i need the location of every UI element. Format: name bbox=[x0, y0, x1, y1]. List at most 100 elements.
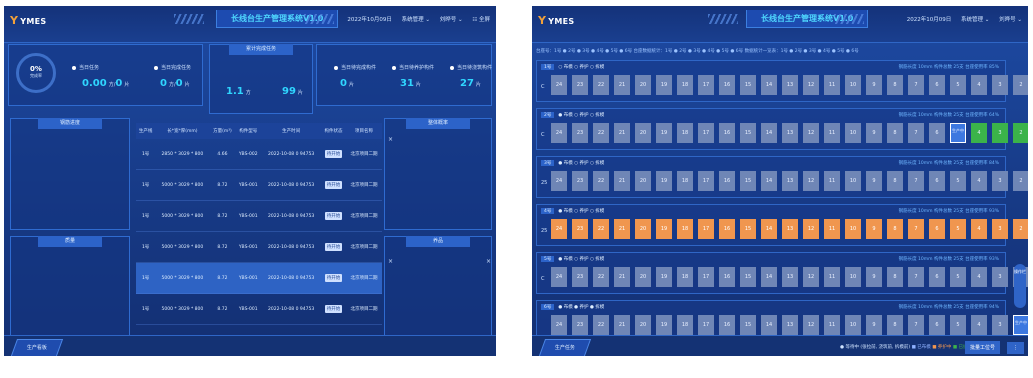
position-cell[interactable]: 9 bbox=[866, 267, 882, 287]
position-cell[interactable]: 10 bbox=[845, 267, 861, 287]
position-cell[interactable]: 9 bbox=[866, 123, 882, 143]
position-cell[interactable]: 21 bbox=[614, 219, 630, 239]
position-cell[interactable]: 14 bbox=[761, 123, 777, 143]
position-cell[interactable]: 18 bbox=[677, 75, 693, 95]
position-cell[interactable]: 17 bbox=[698, 219, 714, 239]
position-cell[interactable]: 4 bbox=[971, 171, 987, 191]
position-cell[interactable]: 5 bbox=[950, 75, 966, 95]
position-cell[interactable]: 11 bbox=[824, 171, 840, 191]
position-cell[interactable]: 17 bbox=[698, 171, 714, 191]
filter-legend[interactable]: 台座号：1号 ● 2号 ● 3号 ● 4号 ● 5号 ● 6号 台座数据统计：1… bbox=[536, 48, 859, 54]
position-cell[interactable]: 3 bbox=[992, 315, 1008, 335]
position-cell[interactable]: 7 bbox=[908, 75, 924, 95]
position-cell[interactable]: 19 bbox=[656, 315, 672, 335]
user-menu[interactable]: 刘晔号 ⌄ bbox=[440, 17, 463, 23]
position-cell[interactable]: 9 bbox=[866, 315, 882, 335]
position-cell[interactable]: 13 bbox=[782, 267, 798, 287]
position-cell[interactable]: 10 bbox=[845, 219, 861, 239]
position-cell[interactable]: 24 bbox=[551, 219, 567, 239]
position-cell[interactable]: 5 bbox=[950, 267, 966, 287]
position-cell[interactable]: 22 bbox=[593, 171, 609, 191]
position-cell[interactable]: 7 bbox=[908, 123, 924, 143]
position-cell[interactable]: 8 bbox=[887, 267, 903, 287]
status-badge[interactable]: 待开始 bbox=[324, 181, 343, 189]
position-cell[interactable]: 4 bbox=[971, 75, 987, 95]
position-cell[interactable]: 23 bbox=[572, 315, 588, 335]
position-cell[interactable]: 15 bbox=[740, 123, 756, 143]
position-cell[interactable]: 17 bbox=[698, 315, 714, 335]
position-cell[interactable]: 20 bbox=[635, 219, 651, 239]
position-cell[interactable]: 16 bbox=[719, 267, 735, 287]
lane-status[interactable]: ● 布模 ○ 养护 ○ 拆模 bbox=[558, 209, 604, 214]
position-cell[interactable]: 18 bbox=[677, 171, 693, 191]
position-cell[interactable]: 20 bbox=[635, 123, 651, 143]
position-cell[interactable]: 16 bbox=[719, 123, 735, 143]
position-cell[interactable]: 9 bbox=[866, 171, 882, 191]
position-cell[interactable]: 24 bbox=[551, 171, 567, 191]
position-cell[interactable]: 19 bbox=[656, 75, 672, 95]
position-cell[interactable]: 17 bbox=[698, 75, 714, 95]
position-cell[interactable]: 6 bbox=[929, 123, 945, 143]
position-cell[interactable]: 21 bbox=[614, 75, 630, 95]
table-row[interactable]: 1号5000 * 3029 * 8008.72YBS-0012022-10-08… bbox=[136, 169, 382, 201]
position-cell[interactable]: 16 bbox=[719, 75, 735, 95]
position-cell[interactable]: 12 bbox=[803, 123, 819, 143]
system-menu[interactable]: 系统管理 ⌄ bbox=[961, 17, 989, 23]
position-cell[interactable]: 10 bbox=[845, 75, 861, 95]
position-cell[interactable]: 4 bbox=[971, 267, 987, 287]
position-cell[interactable]: 3 bbox=[992, 123, 1008, 143]
position-cell[interactable]: 23 bbox=[572, 123, 588, 143]
position-cell[interactable]: 21 bbox=[614, 315, 630, 335]
position-cell[interactable]: 6 bbox=[929, 315, 945, 335]
table-row[interactable]: 1号5000 * 3029 * 8008.72YBS-0012022-10-08… bbox=[136, 231, 382, 263]
position-cell[interactable]: 19 bbox=[656, 171, 672, 191]
position-cell[interactable]: 16 bbox=[719, 171, 735, 191]
position-cell[interactable]: 13 bbox=[782, 315, 798, 335]
position-cell[interactable]: 22 bbox=[593, 267, 609, 287]
position-cell[interactable]: 12 bbox=[803, 267, 819, 287]
fullscreen-button[interactable]: ☷ 全屏 bbox=[472, 17, 490, 23]
system-menu[interactable]: 系统管理 ⌄ bbox=[402, 17, 430, 23]
position-cell[interactable]: 6 bbox=[929, 75, 945, 95]
position-cell[interactable]: 5 bbox=[950, 171, 966, 191]
position-cell[interactable]: 6 bbox=[929, 267, 945, 287]
position-cell[interactable]: 14 bbox=[761, 315, 777, 335]
position-cell[interactable]: 11 bbox=[824, 123, 840, 143]
position-cell[interactable]: 16 bbox=[719, 315, 735, 335]
position-cell[interactable]: 2 bbox=[1013, 219, 1028, 239]
position-cell[interactable]: 22 bbox=[593, 315, 609, 335]
lane-status[interactable]: ● 布模 ○ 养护 ○ 拆模 bbox=[558, 161, 604, 166]
position-cell[interactable]: 15 bbox=[740, 219, 756, 239]
tab-production-task[interactable]: 生产任务 bbox=[538, 339, 592, 356]
position-cell[interactable]: 生产中 bbox=[1013, 315, 1028, 335]
lane-status[interactable]: ○ 布模 ○ 养护 ○ 拆模 bbox=[558, 65, 604, 70]
lane-status[interactable]: ● 布模 ● 养护 ● 拆模 bbox=[558, 305, 604, 310]
position-cell[interactable]: 3 bbox=[992, 267, 1008, 287]
position-cell[interactable]: 15 bbox=[740, 75, 756, 95]
position-cell[interactable]: 15 bbox=[740, 267, 756, 287]
table-row[interactable]: 1号5000 * 3029 * 8008.72YBS-0012022-10-08… bbox=[136, 200, 382, 232]
position-cell[interactable]: 20 bbox=[635, 75, 651, 95]
close-icon[interactable]: × bbox=[388, 136, 393, 143]
position-cell[interactable]: 15 bbox=[740, 171, 756, 191]
position-cell[interactable]: 21 bbox=[614, 267, 630, 287]
position-cell[interactable]: 7 bbox=[908, 219, 924, 239]
position-cell[interactable]: 2 bbox=[1013, 123, 1028, 143]
position-cell[interactable]: 21 bbox=[614, 123, 630, 143]
position-cell[interactable]: 3 bbox=[992, 75, 1008, 95]
position-cell[interactable]: 2 bbox=[1013, 171, 1028, 191]
position-cell[interactable]: 9 bbox=[866, 219, 882, 239]
position-cell[interactable]: 12 bbox=[803, 219, 819, 239]
position-cell[interactable]: 5 bbox=[950, 315, 966, 335]
position-cell[interactable]: 8 bbox=[887, 123, 903, 143]
position-cell[interactable]: 20 bbox=[635, 315, 651, 335]
close-icon[interactable]: × bbox=[388, 258, 393, 265]
position-cell[interactable]: 5 bbox=[950, 219, 966, 239]
position-cell[interactable]: 12 bbox=[803, 315, 819, 335]
position-cell[interactable]: 18 bbox=[677, 123, 693, 143]
position-cell[interactable]: 4 bbox=[971, 219, 987, 239]
position-cell[interactable]: 7 bbox=[908, 171, 924, 191]
status-badge[interactable]: 待开始 bbox=[324, 243, 343, 251]
position-cell[interactable]: 22 bbox=[593, 219, 609, 239]
position-cell[interactable]: 13 bbox=[782, 171, 798, 191]
